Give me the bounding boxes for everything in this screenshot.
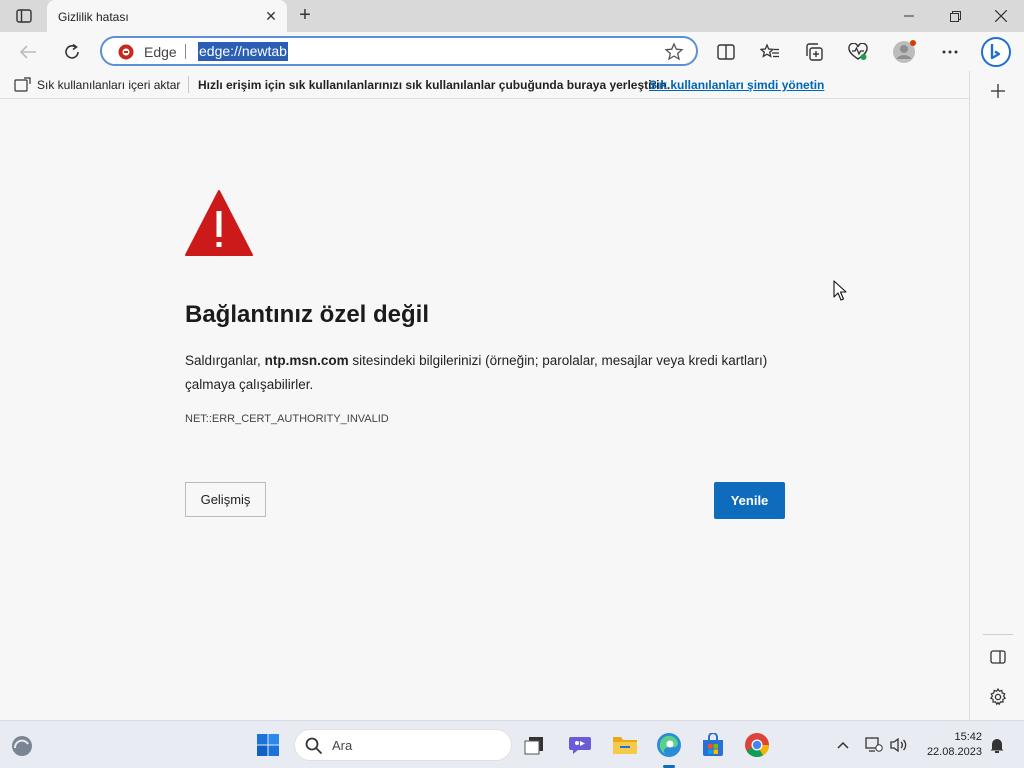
copilot-icon[interactable] <box>980 36 1012 68</box>
favorites-divider <box>188 76 189 93</box>
advanced-button[interactable]: Gelişmiş <box>185 482 266 517</box>
refresh-icon[interactable] <box>58 38 86 66</box>
tab-strip: Gizlilik hatası ✕ + <box>0 0 1024 33</box>
hide-sidebar-icon[interactable] <box>986 645 1010 669</box>
start-button-icon[interactable] <box>254 731 282 759</box>
sidebar-add-icon[interactable] <box>986 79 1010 103</box>
chat-icon[interactable] <box>566 731 594 759</box>
split-screen-icon[interactable] <box>714 40 738 64</box>
warning-triangle-icon <box>185 190 253 256</box>
profile-avatar[interactable] <box>892 40 916 64</box>
tab-title: Gizlilik hatası <box>58 9 129 24</box>
error-code[interactable]: NET::ERR_CERT_AUTHORITY_INVALID <box>185 413 389 425</box>
edge-taskbar-icon[interactable] <box>655 731 683 759</box>
task-view-icon[interactable] <box>520 731 548 759</box>
desc-host: ntp.msn.com <box>264 353 349 368</box>
desc-prefix: Saldırganlar, <box>185 353 261 368</box>
file-explorer-icon[interactable] <box>611 731 639 759</box>
taskbar-search[interactable]: Ara <box>294 729 512 761</box>
edge-window: Gizlilik hatası ✕ + Edge edge://newtab S… <box>0 0 1024 768</box>
clock-time: 15:42 <box>954 731 982 743</box>
tab-active[interactable]: Gizlilik hatası ✕ <box>47 0 287 33</box>
browser-essentials-icon[interactable] <box>846 40 870 64</box>
show-hidden-icons-icon[interactable] <box>833 735 853 755</box>
restore-icon[interactable] <box>932 0 978 32</box>
system-clock[interactable]: 15:42 22.08.2023 <box>918 730 982 760</box>
error-description: Saldırganlar, ntp.msn.com sitesindeki bi… <box>185 349 805 397</box>
collections-icon[interactable] <box>802 40 826 64</box>
chrome-icon[interactable] <box>743 731 771 759</box>
search-placeholder: Ara <box>332 738 353 753</box>
favorites-icon[interactable] <box>758 40 782 64</box>
close-window-icon[interactable] <box>978 0 1024 32</box>
favorite-star-icon[interactable] <box>664 42 684 62</box>
edge-sidebar <box>969 71 1024 720</box>
import-icon <box>14 77 31 92</box>
notification-icon[interactable] <box>987 735 1007 755</box>
address-separator <box>185 44 186 59</box>
sidebar-settings-icon[interactable] <box>986 685 1010 709</box>
reload-button[interactable]: Yenile <box>714 482 785 519</box>
insecure-site-icon[interactable] <box>118 44 134 60</box>
more-options-icon[interactable] <box>938 40 962 64</box>
import-favorites-button[interactable]: Sık kullanılanları içeri aktar <box>14 77 180 92</box>
volume-icon[interactable] <box>889 735 909 755</box>
network-icon[interactable] <box>864 735 884 755</box>
address-bar[interactable]: Edge edge://newtab <box>100 36 698 66</box>
url-text[interactable]: edge://newtab <box>198 42 288 61</box>
new-tab-icon[interactable]: + <box>294 5 316 27</box>
manage-favorites-link[interactable]: Sık kullanılanları şimdi yönetin <box>649 78 824 92</box>
page-title: Bağlantınız özel değil <box>185 301 430 328</box>
favorites-bar: Sık kullanılanları içeri aktar Hızlı eri… <box>0 71 969 99</box>
tab-close-icon[interactable]: ✕ <box>263 8 279 24</box>
clock-date: 22.08.2023 <box>926 746 982 758</box>
store-icon[interactable] <box>699 731 727 759</box>
sidebar-separator <box>983 634 1013 635</box>
weather-widget-icon[interactable] <box>8 733 36 759</box>
toolbar: Edge edge://newtab <box>0 33 1024 70</box>
mouse-cursor-icon <box>833 280 847 301</box>
search-icon <box>305 737 323 755</box>
back-icon[interactable] <box>14 38 42 66</box>
tab-actions-icon[interactable] <box>10 6 38 26</box>
import-favorites-label: Sık kullanılanları içeri aktar <box>37 77 181 92</box>
error-page: Bağlantınız özel değil Saldırganlar, ntp… <box>0 100 969 720</box>
favorites-hint: Hızlı erişim için sık kullanılanlarınızı… <box>198 78 671 92</box>
taskbar: Ara 15:42 22.08.2023 <box>0 720 1024 768</box>
site-label: Edge <box>144 44 177 60</box>
minimize-icon[interactable] <box>886 0 932 32</box>
